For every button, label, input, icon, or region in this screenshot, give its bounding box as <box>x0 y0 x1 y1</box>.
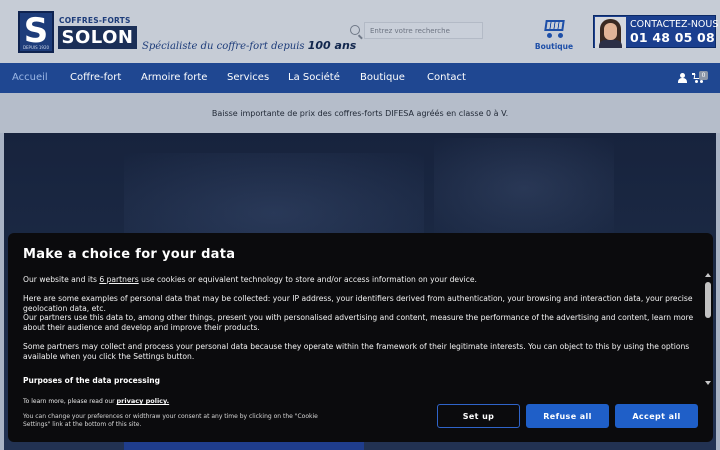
refuse-all-button[interactable]: Refuse all <box>526 404 609 428</box>
scroll-up-icon[interactable] <box>705 273 711 277</box>
privacy-note: To learn more, please read our privacy p… <box>23 397 169 405</box>
boutique-label: Boutique <box>534 42 574 51</box>
announcement-banner: Baisse importante de prix des coffres-fo… <box>0 93 720 133</box>
consent-change-note: You can change your preferences or width… <box>23 413 318 428</box>
consent-title: Make a choice for your data <box>23 247 236 262</box>
logo-s-mark: S DEPUIS 1920 <box>18 11 54 53</box>
search-icon[interactable] <box>350 25 360 35</box>
nav-item-armoire-forte[interactable]: Armoire forte <box>141 63 207 93</box>
accept-all-button[interactable]: Accept all <box>615 404 698 428</box>
nav-item-accueil[interactable]: Accueil <box>12 63 48 93</box>
nav-item-la-societe[interactable]: La Société <box>288 63 340 93</box>
tagline-prefix: Spécialiste du coffre-fort depuis <box>142 41 308 52</box>
nav-item-boutique[interactable]: Boutique <box>360 63 405 93</box>
scroll-thumb[interactable] <box>705 282 711 318</box>
boutique-link[interactable]: Boutique <box>534 18 574 51</box>
search-input[interactable] <box>364 22 483 39</box>
consent-paragraph-1: Our website and its 6 partners use cooki… <box>23 275 695 285</box>
user-icon[interactable] <box>677 73 687 83</box>
contact-title: CONTACTEZ-NOUS <box>630 19 719 30</box>
tagline: Spécialiste du coffre-fort depuis 100 an… <box>142 39 356 52</box>
privacy-policy-link[interactable]: privacy policy. <box>117 397 170 405</box>
main-nav: Accueil Coffre-fort Armoire forte Servic… <box>0 63 720 93</box>
cookie-consent-dialog: Make a choice for your data Our website … <box>8 233 713 442</box>
consent-paragraph-3: Our partners use this data to, among oth… <box>23 313 694 332</box>
partners-link[interactable]: 6 partners <box>99 275 138 284</box>
nav-item-contact[interactable]: Contact <box>427 63 466 93</box>
site-header: S DEPUIS 1920 COFFRES-FORTS SOLON Spécia… <box>0 0 720 63</box>
logo-name-text: SOLON <box>58 26 137 49</box>
nav-item-coffre-fort[interactable]: Coffre-fort <box>70 63 121 93</box>
solon-logo[interactable]: S DEPUIS 1920 COFFRES-FORTS SOLON <box>18 11 138 53</box>
tagline-bold: 100 ans <box>307 39 357 52</box>
contact-banner[interactable]: CONTACTEZ-NOUS 01 48 05 08 34 <box>593 15 720 48</box>
logo-top-text: COFFRES-FORTS <box>59 16 131 25</box>
learn-prefix: To learn more, please read our <box>23 398 117 405</box>
scroll-down-icon[interactable] <box>705 381 711 385</box>
avatar <box>595 17 626 48</box>
purposes-heading: Purposes of the data processing <box>23 376 160 385</box>
logo-since: DEPUIS 1920 <box>22 45 50 50</box>
cart-count-badge: 0 <box>699 71 708 80</box>
p1-before: Our website and its <box>23 275 100 284</box>
contact-phone: 01 48 05 08 34 <box>630 30 720 45</box>
consent-paragraph-4: Some partners may collect and process yo… <box>23 341 690 361</box>
set-up-button[interactable]: Set up <box>437 404 520 428</box>
consent-paragraph-2: Here are some examples of personal data … <box>23 294 693 313</box>
p1-after: use cookies or equivalent technology to … <box>138 275 477 284</box>
consent-scrollbar[interactable] <box>705 273 711 385</box>
consent-body: Our website and its 6 partners use cooki… <box>23 275 695 371</box>
shopping-cart-icon <box>542 18 566 38</box>
nav-item-services[interactable]: Services <box>227 63 269 93</box>
